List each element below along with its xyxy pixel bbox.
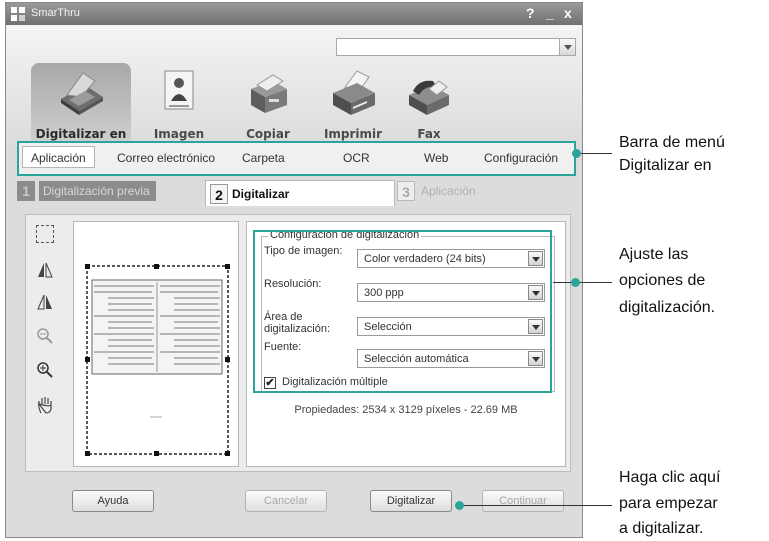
fax-icon bbox=[409, 80, 449, 115]
nav-image[interactable]: Imagen bbox=[139, 63, 219, 143]
help-icon[interactable]: ? bbox=[526, 5, 535, 21]
options-highlight bbox=[253, 230, 552, 393]
properties-text: Propiedades: 2534 x 3129 píxeles - 22.69… bbox=[294, 404, 518, 416]
annotation-options-line1: Ajuste las bbox=[619, 246, 689, 263]
step-number: 2 bbox=[210, 184, 228, 204]
zoom-out-icon[interactable] bbox=[34, 327, 56, 349]
callout-line-menu bbox=[576, 153, 612, 154]
copier-icon bbox=[251, 74, 287, 113]
annotation-options-line3: digitalización. bbox=[619, 299, 716, 316]
annotation-scan-line2: para empezar bbox=[619, 495, 718, 512]
step-prescan[interactable]: 1 Digitalización previa bbox=[17, 180, 197, 202]
toolbar-area: Digitalizar en Imagen Copiar Imprimir Fa… bbox=[6, 25, 582, 143]
device-select[interactable] bbox=[336, 38, 576, 56]
zoom-in-icon[interactable] bbox=[34, 361, 56, 383]
nav-copy[interactable]: Copiar bbox=[228, 63, 308, 143]
nav-label: Imprimir bbox=[323, 127, 383, 141]
step-number: 3 bbox=[397, 181, 415, 201]
nav-scan-to[interactable]: Digitalizar en bbox=[31, 63, 131, 143]
nav-print[interactable]: Imprimir bbox=[311, 63, 395, 143]
scan-preview[interactable] bbox=[73, 221, 239, 467]
callout-dot-options bbox=[571, 278, 580, 287]
scanner-icon bbox=[61, 72, 103, 115]
close-icon[interactable]: x bbox=[564, 5, 572, 21]
callout-dot-scan bbox=[455, 501, 464, 510]
callout-line-options bbox=[553, 282, 612, 283]
step-label: Digitalizar bbox=[232, 187, 290, 201]
continue-button: Continuar bbox=[482, 490, 564, 512]
preview-document-image bbox=[74, 222, 238, 466]
hand-pan-icon[interactable] bbox=[34, 395, 56, 417]
annotation-menu-line1: Barra de menú bbox=[619, 134, 725, 151]
annotation-options-line2: opciones de bbox=[619, 272, 706, 289]
annotation-scan-line3: a digitalizar. bbox=[619, 520, 704, 537]
step-label: Digitalización previa bbox=[39, 181, 156, 201]
nav-label: Fax bbox=[417, 127, 441, 141]
annotation-menu-line2: Digitalizar en bbox=[619, 157, 712, 174]
printer-icon bbox=[333, 70, 375, 115]
nav-label: Copiar bbox=[246, 127, 290, 141]
callout-line-scan bbox=[460, 505, 612, 506]
minimize-icon[interactable]: _ bbox=[546, 5, 554, 21]
help-button[interactable]: Ayuda bbox=[72, 490, 154, 512]
flip-vertical-icon[interactable] bbox=[34, 293, 56, 315]
scan-button[interactable]: Digitalizar bbox=[370, 490, 452, 512]
step-application: 3 Aplicación bbox=[395, 180, 535, 202]
nav-fax[interactable]: Fax bbox=[394, 63, 464, 143]
flip-horizontal-icon[interactable] bbox=[34, 261, 56, 283]
app-icon bbox=[11, 7, 25, 21]
callout-dot-menu bbox=[572, 149, 581, 158]
step-number: 1 bbox=[17, 181, 35, 201]
step-tabs: 1 Digitalización previa 2 Digitalizar 3 … bbox=[17, 180, 575, 210]
step-label: Aplicación bbox=[421, 184, 476, 198]
nav-label: Digitalizar en bbox=[35, 127, 127, 141]
title-bar: SmarThru ? _ x bbox=[6, 3, 582, 25]
window-title: SmarThru bbox=[31, 7, 80, 19]
step-scan[interactable]: 2 Digitalizar bbox=[205, 180, 395, 206]
menu-bar-highlight bbox=[17, 141, 576, 176]
select-area-icon[interactable] bbox=[36, 225, 54, 243]
nav-label: Imagen bbox=[153, 127, 205, 141]
cancel-button: Cancelar bbox=[245, 490, 327, 512]
annotation-scan-line1: Haga clic aquí bbox=[619, 469, 721, 486]
image-icon bbox=[164, 70, 194, 110]
chevron-down-icon[interactable] bbox=[559, 39, 575, 55]
